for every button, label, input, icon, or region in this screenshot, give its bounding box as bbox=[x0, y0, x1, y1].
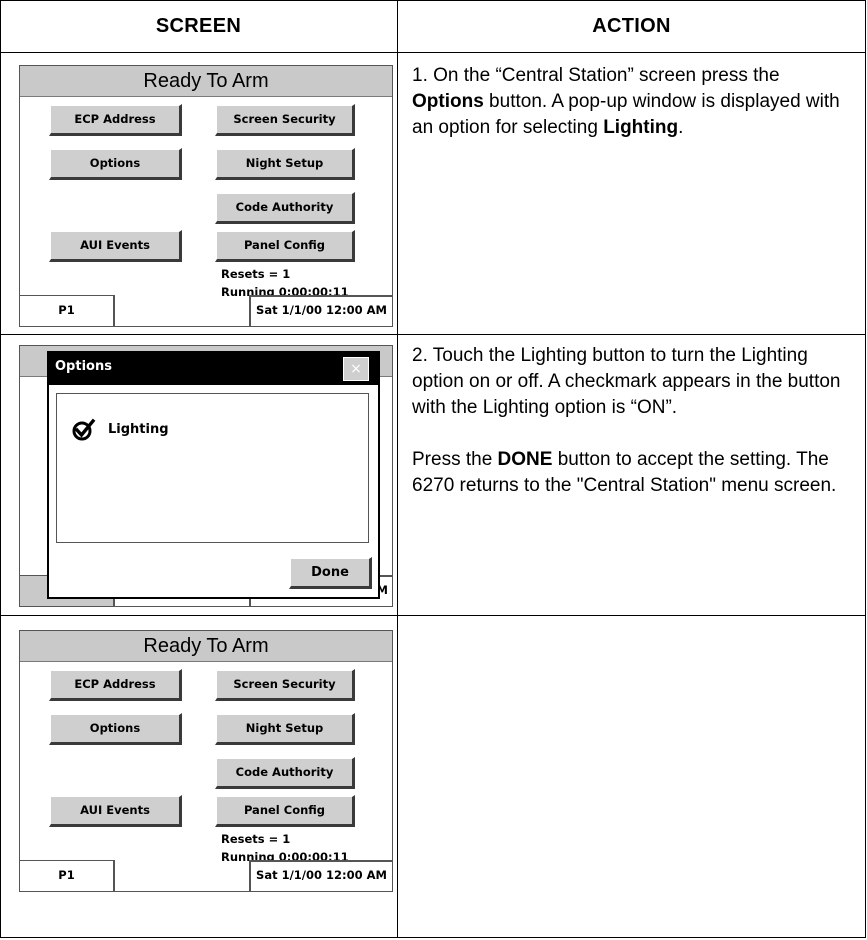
checkmark-icon bbox=[72, 418, 96, 441]
instruction-table: SCREEN ACTION Ready To Arm ECP Address S… bbox=[0, 0, 866, 938]
step1-options-bold: Options bbox=[412, 91, 484, 112]
step1-text-post: . bbox=[678, 117, 684, 138]
table-border-bottom bbox=[0, 937, 866, 938]
action-step-1: 1. On the “Central Station” screen press… bbox=[412, 63, 852, 141]
night-setup-button[interactable]: Night Setup bbox=[215, 148, 355, 180]
action-step-2: 2. Touch the Lighting button to turn the… bbox=[412, 343, 852, 499]
step2-paragraph-1: 2. Touch the Lighting button to turn the… bbox=[412, 345, 841, 418]
date-time-display: Sat 1/1/00 12:00 AM bbox=[249, 295, 392, 326]
lighting-checkbox[interactable]: Lighting bbox=[72, 418, 169, 442]
code-authority-button[interactable]: Code Authority bbox=[215, 192, 355, 224]
screen-column-header: SCREEN bbox=[155, 15, 242, 37]
ready-to-arm-screen-1: Ready To Arm ECP Address Screen Security… bbox=[19, 65, 393, 327]
table-border-right bbox=[865, 0, 866, 938]
resets-count: Resets = 1 bbox=[221, 267, 291, 281]
row2-divider bbox=[0, 615, 866, 616]
done-button[interactable]: Done bbox=[289, 557, 372, 589]
action-column-header: ACTION bbox=[592, 15, 671, 37]
popup-content-frame bbox=[56, 393, 369, 543]
date-time-display: Sat 1/1/00 12:00 AM bbox=[249, 860, 392, 891]
ecp-address-button[interactable]: ECP Address bbox=[49, 104, 182, 136]
options-button[interactable]: Options bbox=[49, 148, 182, 180]
column-divider bbox=[397, 0, 398, 938]
table-border-left bbox=[0, 0, 1, 938]
panel-config-button[interactable]: Panel Config bbox=[215, 230, 355, 262]
panel-config-button[interactable]: Panel Config bbox=[215, 795, 355, 827]
screen-title: Ready To Arm bbox=[20, 66, 392, 97]
night-setup-button[interactable]: Night Setup bbox=[215, 713, 355, 745]
ecp-address-button[interactable]: ECP Address bbox=[49, 669, 182, 701]
lighting-label: Lighting bbox=[108, 422, 169, 437]
close-icon[interactable]: × bbox=[343, 357, 369, 381]
step2-done-bold: DONE bbox=[497, 449, 553, 470]
ready-to-arm-screen-3: Ready To Arm ECP Address Screen Security… bbox=[19, 630, 393, 892]
aui-events-button[interactable]: AUI Events bbox=[49, 230, 182, 262]
popup-title: Options bbox=[49, 353, 378, 385]
step2-text-pre: Press the bbox=[412, 449, 498, 470]
resets-count: Resets = 1 bbox=[221, 832, 291, 846]
step1-lighting-bold: Lighting bbox=[603, 117, 679, 138]
step1-text-pre: 1. On the “Central Station” screen press… bbox=[412, 65, 780, 86]
header-divider bbox=[0, 52, 866, 53]
page-indicator[interactable]: P1 bbox=[20, 860, 115, 891]
row1-divider bbox=[0, 334, 866, 335]
code-authority-button[interactable]: Code Authority bbox=[215, 757, 355, 789]
page-indicator[interactable]: P1 bbox=[20, 295, 115, 326]
options-button[interactable]: Options bbox=[49, 713, 182, 745]
screen-security-button[interactable]: Screen Security bbox=[215, 669, 355, 701]
options-popup-screen: AM Options × Lighting Done bbox=[19, 345, 393, 607]
screen-security-button[interactable]: Screen Security bbox=[215, 104, 355, 136]
aui-events-button[interactable]: AUI Events bbox=[49, 795, 182, 827]
options-popup: Options × Lighting Done bbox=[47, 351, 380, 599]
screen-title: Ready To Arm bbox=[20, 631, 392, 662]
